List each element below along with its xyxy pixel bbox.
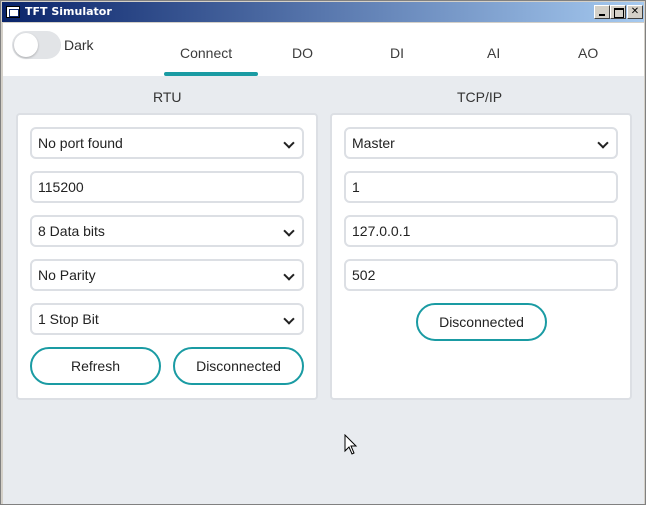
mode-select[interactable]: Master [344, 127, 618, 159]
app-window: TFT Simulator ✕ Dark Connect DO DI AI AO… [0, 0, 646, 505]
dark-mode-label: Dark [64, 37, 94, 53]
top-bar: Dark Connect DO DI AI AO [3, 23, 644, 76]
toggle-knob [14, 33, 38, 57]
chevron-down-icon [283, 225, 295, 237]
stop-bits-select[interactable]: 1 Stop Bit [30, 303, 304, 335]
chevron-down-icon [283, 313, 295, 325]
parity-value: No Parity [38, 267, 96, 283]
data-bits-value: 8 Data bits [38, 223, 105, 239]
port-select-value: No port found [38, 135, 123, 151]
stop-bits-value: 1 Stop Bit [38, 311, 99, 327]
mouse-cursor-icon [344, 434, 358, 455]
tab-do[interactable]: DO [292, 45, 313, 61]
active-tab-indicator [164, 72, 258, 76]
unit-id-value: 1 [352, 179, 360, 195]
app-icon [6, 6, 20, 18]
tcp-port-value: 502 [352, 267, 376, 283]
tab-connect[interactable]: Connect [180, 45, 232, 61]
tab-ao[interactable]: AO [578, 45, 598, 61]
ip-address-value: 127.0.0.1 [352, 223, 411, 239]
ip-address-field[interactable]: 127.0.0.1 [344, 215, 618, 247]
data-bits-select[interactable]: 8 Data bits [30, 215, 304, 247]
maximize-icon[interactable] [610, 5, 626, 19]
window-title: TFT Simulator [25, 5, 112, 18]
parity-select[interactable]: No Parity [30, 259, 304, 291]
baud-rate-field[interactable]: 115200 [30, 171, 304, 203]
port-select[interactable]: No port found [30, 127, 304, 159]
tab-di[interactable]: DI [390, 45, 404, 61]
tcp-section-title: TCP/IP [457, 89, 503, 105]
rtu-connect-button[interactable]: Disconnected [173, 347, 304, 385]
chevron-down-icon [597, 137, 609, 149]
chevron-down-icon [283, 137, 295, 149]
title-bar[interactable]: TFT Simulator ✕ [2, 2, 644, 22]
tcp-port-field[interactable]: 502 [344, 259, 618, 291]
dark-mode-toggle[interactable] [12, 31, 61, 59]
minimize-icon[interactable] [594, 5, 610, 19]
tcp-connect-button[interactable]: Disconnected [416, 303, 547, 341]
rtu-panel: No port found 115200 8 Data bits No Pari… [16, 113, 318, 400]
client-area: Dark Connect DO DI AI AO RTU TCP/IP No p… [3, 23, 644, 504]
rtu-section-title: RTU [153, 89, 182, 105]
unit-id-field[interactable]: 1 [344, 171, 618, 203]
refresh-button[interactable]: Refresh [30, 347, 161, 385]
chevron-down-icon [283, 269, 295, 281]
baud-rate-value: 115200 [38, 179, 84, 195]
tcp-panel: Master 1 127.0.0.1 502 Disconnected [330, 113, 632, 400]
tab-ai[interactable]: AI [487, 45, 500, 61]
mode-value: Master [352, 135, 395, 151]
close-icon[interactable]: ✕ [627, 5, 643, 19]
